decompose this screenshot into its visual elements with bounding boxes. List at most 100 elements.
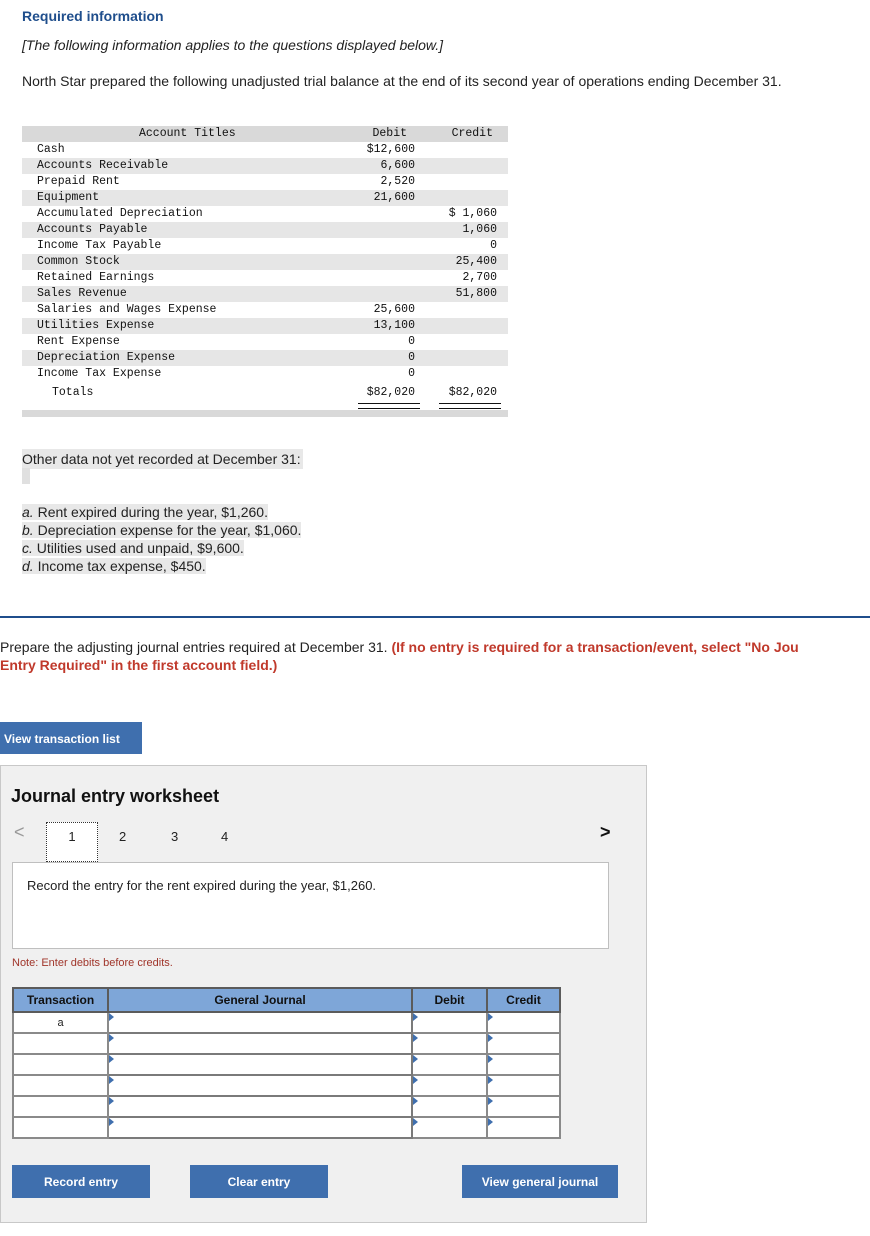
dropdown-indicator-icon: [109, 1076, 114, 1084]
prompt-box: [12, 862, 609, 949]
page-tab-2[interactable]: 2: [119, 829, 126, 844]
view-general-journal-button[interactable]: View general journal: [462, 1165, 618, 1198]
instructions-note-continued: Entry Required" in the first account fie…: [0, 657, 278, 673]
table-row: Accounts Receivable 6,600: [22, 158, 508, 174]
table-row: Sales Revenue 51,800: [22, 286, 508, 302]
item-letter: b.: [22, 522, 34, 538]
dropdown-indicator-icon: [109, 1055, 114, 1063]
other-data-list: a. Rent expired during the year, $1,260.…: [22, 503, 302, 575]
account-name: Cash: [37, 143, 65, 156]
dropdown-indicator-icon: [413, 1076, 418, 1084]
dropdown-indicator-icon: [488, 1013, 493, 1021]
account-name: Accumulated Depreciation: [37, 207, 203, 220]
table-row: Retained Earnings 2,700: [22, 270, 508, 286]
totals-row: Totals $82,020 $82,020: [22, 382, 508, 409]
account-name: Rent Expense: [37, 335, 120, 348]
credit-value: 2,700: [462, 271, 497, 284]
debit-value: 6,600: [380, 159, 415, 172]
table-row: Equipment 21,600: [22, 190, 508, 206]
debit-input[interactable]: [411, 1053, 488, 1076]
instructions-note: (If no entry is required for a transacti…: [391, 639, 799, 655]
dropdown-indicator-icon: [413, 1034, 418, 1042]
item-text: Depreciation expense for the year, $1,06…: [37, 522, 302, 538]
table-row: Accumulated Depreciation $ 1,060: [22, 206, 508, 222]
page-tab-1[interactable]: 1: [46, 822, 98, 862]
account-select[interactable]: [107, 1032, 413, 1055]
transaction-cell: [12, 1116, 109, 1139]
debit-header: Debit: [372, 127, 407, 140]
credit-value: 1,060: [462, 223, 497, 236]
required-information-title: Required information: [22, 8, 164, 24]
page-tab-4[interactable]: 4: [221, 829, 228, 844]
total-credit: $82,020: [448, 386, 497, 399]
dropdown-indicator-icon: [109, 1034, 114, 1042]
account-select[interactable]: [107, 1053, 413, 1076]
list-item: d. Income tax expense, $450.: [22, 557, 301, 575]
debit-input[interactable]: [411, 1074, 488, 1097]
record-entry-button[interactable]: Record entry: [12, 1165, 150, 1198]
table-row: Income Tax Expense 0: [22, 366, 508, 382]
table-row: [12, 1032, 561, 1055]
item-text: Utilities used and unpaid, $9,600.: [36, 540, 244, 556]
debit-input[interactable]: [411, 1116, 488, 1139]
page-tab-3[interactable]: 3: [171, 829, 178, 844]
double-underline: [358, 403, 420, 409]
dropdown-indicator-icon: [488, 1055, 493, 1063]
account-select[interactable]: [107, 1095, 413, 1118]
credit-input[interactable]: [486, 1095, 561, 1118]
debit-input[interactable]: [411, 1032, 488, 1055]
credit-column-header: Credit: [486, 987, 561, 1013]
table-row: Common Stock 25,400: [22, 254, 508, 270]
debit-value: 0: [408, 367, 415, 380]
chevron-right-icon[interactable]: >: [600, 822, 611, 843]
account-name: Income Tax Payable: [37, 239, 162, 252]
account-name: Utilities Expense: [37, 319, 155, 332]
info-subtitle: [The following information applies to th…: [22, 37, 444, 53]
account-name: Common Stock: [37, 255, 120, 268]
table-row: Prepaid Rent 2,520: [22, 174, 508, 190]
debit-input[interactable]: [411, 1095, 488, 1118]
item-letter: d.: [22, 558, 34, 574]
account-select[interactable]: [107, 1074, 413, 1097]
table-row: Depreciation Expense 0: [22, 350, 508, 366]
credit-value: 51,800: [455, 287, 497, 300]
clear-entry-button[interactable]: Clear entry: [190, 1165, 328, 1198]
table-row: Rent Expense 0: [22, 334, 508, 350]
dropdown-indicator-icon: [109, 1118, 114, 1126]
dropdown-indicator-icon: [413, 1013, 418, 1021]
account-titles-header: Account Titles: [139, 127, 236, 140]
account-name: Sales Revenue: [37, 287, 127, 300]
list-item: a. Rent expired during the year, $1,260.: [22, 503, 301, 521]
credit-input[interactable]: [486, 1032, 561, 1055]
credit-input[interactable]: [486, 1116, 561, 1139]
credit-input[interactable]: [486, 1053, 561, 1076]
dropdown-indicator-icon: [488, 1118, 493, 1126]
debit-value: $12,600: [366, 143, 415, 156]
transaction-cell: [12, 1032, 109, 1055]
debit-input[interactable]: [411, 1011, 488, 1034]
dropdown-indicator-icon: [413, 1118, 418, 1126]
account-name: Accounts Receivable: [37, 159, 169, 172]
account-name: Retained Earnings: [37, 271, 155, 284]
account-select[interactable]: [107, 1011, 413, 1034]
credit-value: $ 1,060: [448, 207, 497, 220]
debit-value: 25,600: [373, 303, 415, 316]
transaction-cell: [12, 1053, 109, 1076]
view-transaction-list-button[interactable]: View transaction list: [0, 722, 142, 754]
table-row: [12, 1074, 561, 1097]
item-text: Rent expired during the year, $1,260.: [37, 504, 268, 520]
chevron-left-icon[interactable]: <: [14, 822, 25, 843]
item-letter: a.: [22, 504, 34, 520]
instructions-text: Prepare the adjusting journal entries re…: [0, 639, 392, 655]
table-row: [12, 1116, 561, 1139]
credit-input[interactable]: [486, 1011, 561, 1034]
dropdown-indicator-icon: [109, 1097, 114, 1105]
account-select[interactable]: [107, 1116, 413, 1139]
dropdown-indicator-icon: [413, 1055, 418, 1063]
debit-value: 21,600: [373, 191, 415, 204]
credit-input[interactable]: [486, 1074, 561, 1097]
account-name: Income Tax Expense: [37, 367, 162, 380]
dropdown-indicator-icon: [488, 1034, 493, 1042]
table-row: [12, 1053, 561, 1076]
dropdown-indicator-icon: [413, 1097, 418, 1105]
